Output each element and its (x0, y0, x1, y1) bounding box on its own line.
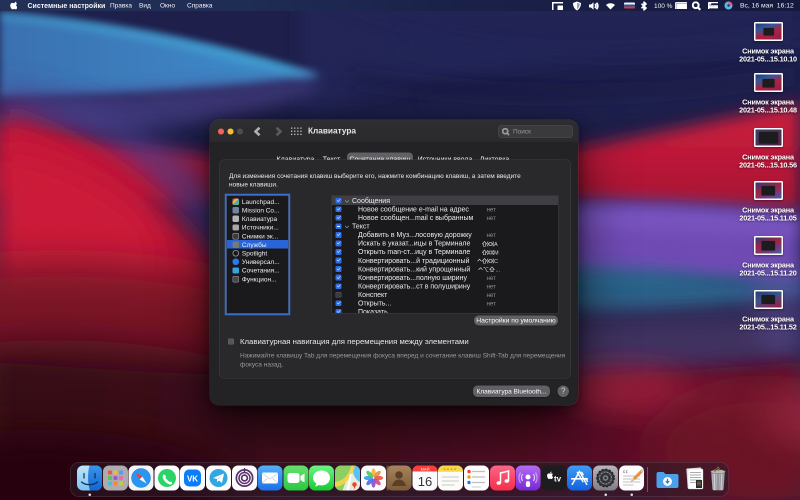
svg-text:16: 16 (418, 474, 432, 489)
svg-text:tv: tv (554, 474, 562, 483)
svg-text:C: C (494, 259, 498, 264)
svg-text:M: M (494, 250, 499, 255)
svg-text:...: ... (496, 268, 501, 273)
svg-text:МАЙ: МАЙ (421, 466, 430, 471)
svg-text:A: A (494, 242, 498, 247)
svg-text:VK: VK (187, 475, 198, 484)
